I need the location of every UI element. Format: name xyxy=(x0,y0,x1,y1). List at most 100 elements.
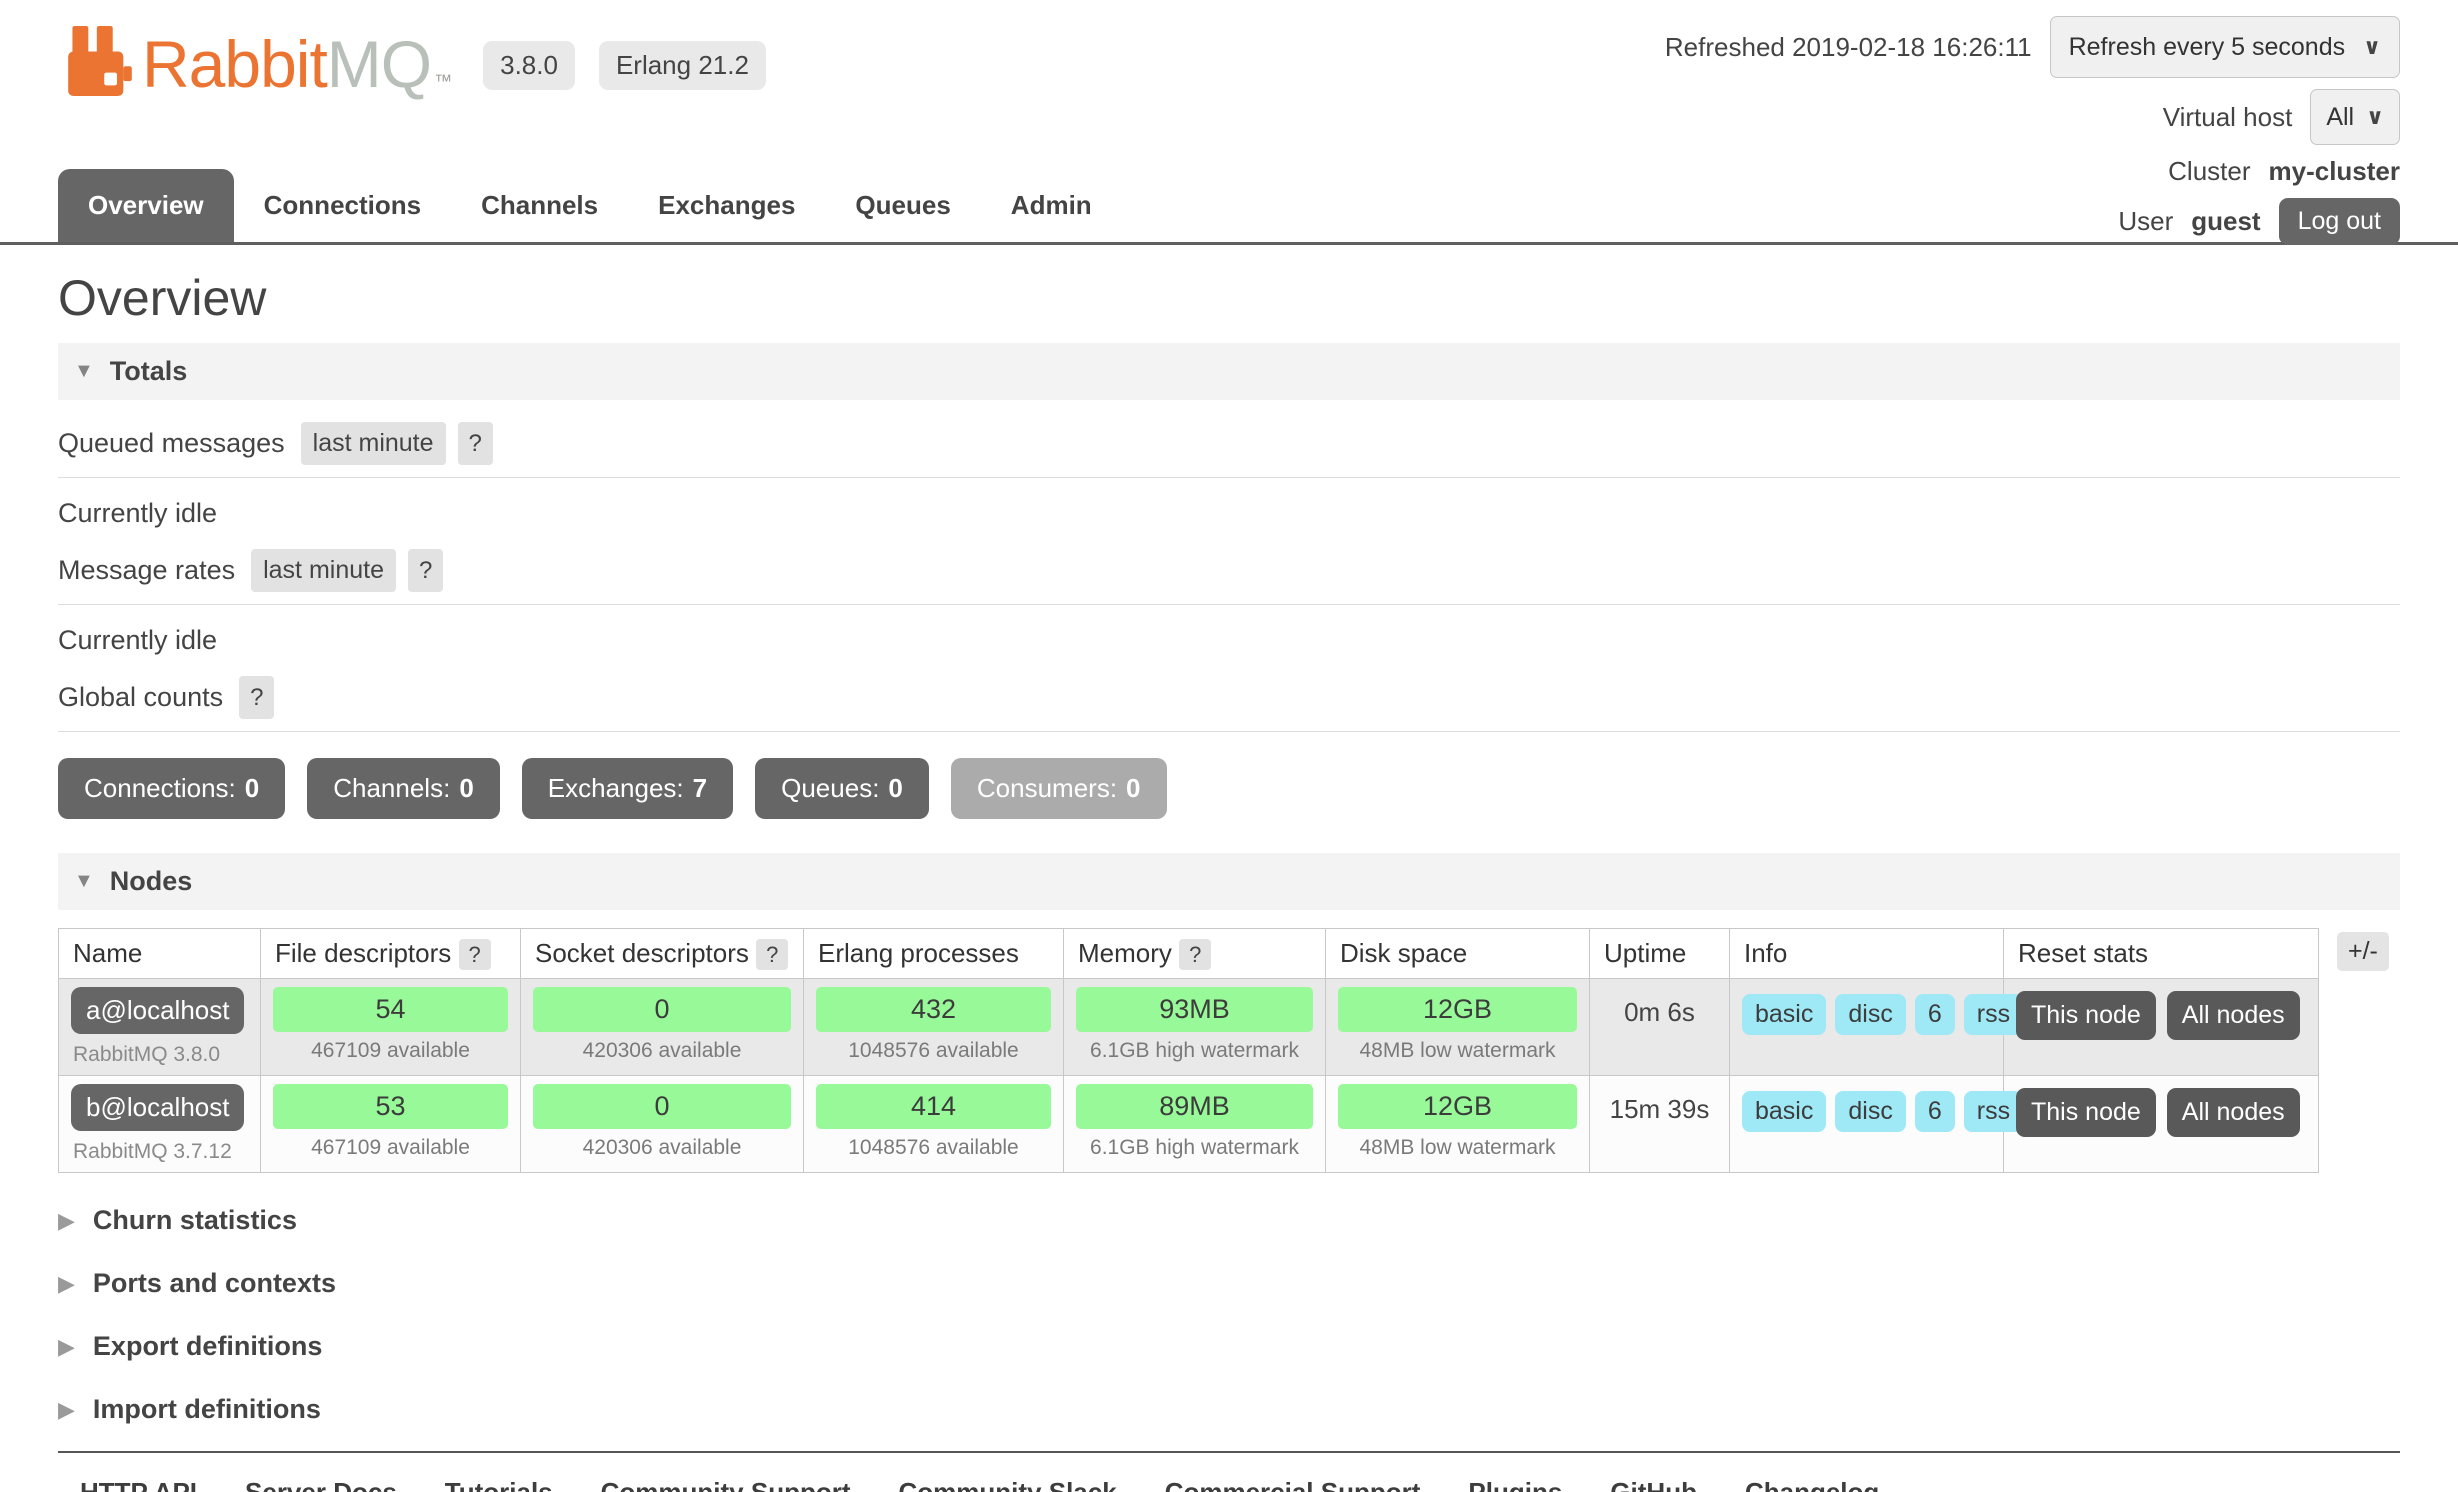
tab-channels[interactable]: Channels xyxy=(451,169,628,242)
node-version: RabbitMQ 3.7.12 xyxy=(71,1140,248,1164)
ports-and-contexts-section[interactable]: ▶ Ports and contexts xyxy=(58,1268,2400,1299)
triangle-right-icon: ▶ xyxy=(58,1268,75,1299)
message-rates-label: Message rates xyxy=(58,553,235,588)
trademark-symbol: ™ xyxy=(434,71,451,91)
virtual-host-select[interactable]: All ∨ xyxy=(2310,89,2400,145)
footer-link-http-api[interactable]: HTTP API xyxy=(80,1477,197,1492)
footer-links: HTTP API Server Docs Tutorials Community… xyxy=(58,1451,2400,1492)
uptime-cell: 15m 39s xyxy=(1590,1076,1730,1173)
col-label: Memory xyxy=(1078,938,1172,968)
help-icon[interactable]: ? xyxy=(1179,939,1211,970)
count-value: 0 xyxy=(888,773,902,803)
reset-stats-cell: This node All nodes xyxy=(2004,979,2319,1076)
col-uptime: Uptime xyxy=(1590,929,1730,979)
node-name-badge[interactable]: a@localhost xyxy=(71,987,244,1034)
footer-link-tutorials[interactable]: Tutorials xyxy=(445,1477,553,1492)
section-label: Import definitions xyxy=(93,1394,321,1425)
table-row: b@localhost RabbitMQ 3.7.12 53 467109 av… xyxy=(59,1076,2319,1173)
meter-detail: 467109 available xyxy=(273,1039,508,1063)
footer-link-changelog[interactable]: Changelog xyxy=(1745,1477,1879,1492)
queues-count-button[interactable]: Queues:0 xyxy=(755,758,929,819)
exchanges-count-button[interactable]: Exchanges:7 xyxy=(522,758,733,819)
info-cell: basic disc 6 rss xyxy=(1730,1076,2004,1173)
tab-admin[interactable]: Admin xyxy=(981,169,1122,242)
section-label: Ports and contexts xyxy=(93,1268,336,1299)
nodes-section-header[interactable]: ▼ Nodes xyxy=(58,853,2400,910)
meter-detail: 420306 available xyxy=(533,1136,791,1160)
meter-detail: 6.1GB high watermark xyxy=(1076,1039,1313,1063)
col-label: Socket descriptors xyxy=(535,938,749,968)
triangle-right-icon: ▶ xyxy=(58,1394,75,1425)
info-tag-cores[interactable]: 6 xyxy=(1915,994,1955,1035)
triangle-right-icon: ▶ xyxy=(58,1205,75,1236)
triangle-down-icon: ▼ xyxy=(74,360,94,383)
reset-all-nodes-button[interactable]: All nodes xyxy=(2167,991,2300,1040)
footer-link-commercial-support[interactable]: Commercial Support xyxy=(1165,1477,1421,1492)
tab-overview[interactable]: Overview xyxy=(58,169,234,242)
cluster-name: my-cluster xyxy=(2269,156,2401,187)
queued-messages-row: Queued messages last minute ? xyxy=(58,422,2400,478)
main-nav-tabs: Overview Connections Channels Exchanges … xyxy=(58,169,1122,242)
triangle-down-icon: ▼ xyxy=(74,870,94,893)
memory-cell: 89MB 6.1GB high watermark xyxy=(1064,1076,1326,1173)
help-icon[interactable]: ? xyxy=(408,549,443,592)
tab-exchanges[interactable]: Exchanges xyxy=(628,169,825,242)
footer-link-plugins[interactable]: Plugins xyxy=(1468,1477,1562,1492)
meter-detail: 467109 available xyxy=(273,1136,508,1160)
nodes-section-title: Nodes xyxy=(110,866,193,897)
refreshed-timestamp: Refreshed 2019-02-18 16:26:11 xyxy=(1665,32,2032,63)
info-tag-basic[interactable]: basic xyxy=(1742,994,1826,1035)
count-value: 0 xyxy=(245,773,259,803)
file-descriptors-cell: 54 467109 available xyxy=(261,979,521,1076)
churn-statistics-section[interactable]: ▶ Churn statistics xyxy=(58,1205,2400,1236)
consumers-count-button[interactable]: Consumers:0 xyxy=(951,758,1167,819)
connections-count-button[interactable]: Connections:0 xyxy=(58,758,285,819)
uptime-cell: 0m 6s xyxy=(1590,979,1730,1076)
footer-link-community-support[interactable]: Community Support xyxy=(601,1477,851,1492)
info-tag-disc[interactable]: disc xyxy=(1835,994,1905,1035)
node-name-badge[interactable]: b@localhost xyxy=(71,1084,244,1131)
info-tag-rss[interactable]: rss xyxy=(1964,994,2023,1035)
count-label: Exchanges: xyxy=(548,773,684,803)
tab-queues[interactable]: Queues xyxy=(825,169,980,242)
info-cell: basic disc 6 rss xyxy=(1730,979,2004,1076)
col-label: Info xyxy=(1744,938,1787,968)
help-icon[interactable]: ? xyxy=(239,676,274,719)
global-count-buttons: Connections:0 Channels:0 Exchanges:7 Que… xyxy=(58,758,2400,819)
erlang-processes-cell: 432 1048576 available xyxy=(804,979,1064,1076)
logout-button[interactable]: Log out xyxy=(2279,198,2400,245)
col-socket-descriptors: Socket descriptors ? xyxy=(521,929,804,979)
top-bar: RabbitMQ™ 3.8.0 Erlang 21.2 Refreshed 20… xyxy=(0,0,2458,245)
tab-connections[interactable]: Connections xyxy=(234,169,451,242)
info-tag-cores[interactable]: 6 xyxy=(1915,1091,1955,1132)
footer-link-community-slack[interactable]: Community Slack xyxy=(899,1477,1117,1492)
info-tag-rss[interactable]: rss xyxy=(1964,1091,2023,1132)
totals-section-header[interactable]: ▼ Totals xyxy=(58,343,2400,400)
channels-count-button[interactable]: Channels:0 xyxy=(307,758,500,819)
refresh-interval-select[interactable]: Refresh every 5 seconds ∨ xyxy=(2050,16,2400,78)
message-rates-row: Message rates last minute ? xyxy=(58,549,2400,605)
user-label: User xyxy=(2118,206,2173,237)
info-tag-basic[interactable]: basic xyxy=(1742,1091,1826,1132)
brand: RabbitMQ™ 3.8.0 Erlang 21.2 xyxy=(68,26,766,96)
meter-value: 54 xyxy=(273,987,508,1032)
help-icon[interactable]: ? xyxy=(459,939,491,970)
meter-detail: 48MB low watermark xyxy=(1338,1039,1577,1063)
reset-all-nodes-button[interactable]: All nodes xyxy=(2167,1088,2300,1137)
queued-messages-period-badge[interactable]: last minute xyxy=(301,422,446,465)
help-icon[interactable]: ? xyxy=(756,939,788,970)
message-rates-period-badge[interactable]: last minute xyxy=(251,549,396,592)
reset-this-node-button[interactable]: This node xyxy=(2016,1088,2156,1137)
import-definitions-section[interactable]: ▶ Import definitions xyxy=(58,1394,2400,1425)
meter-value: 0 xyxy=(533,1084,791,1129)
meter-detail: 1048576 available xyxy=(816,1136,1051,1160)
footer-link-github[interactable]: GitHub xyxy=(1610,1477,1697,1492)
footer-link-server-docs[interactable]: Server Docs xyxy=(245,1477,397,1492)
reset-this-node-button[interactable]: This node xyxy=(2016,991,2156,1040)
info-tag-disc[interactable]: disc xyxy=(1835,1091,1905,1132)
column-toggle-button[interactable]: +/- xyxy=(2337,932,2389,971)
export-definitions-section[interactable]: ▶ Export definitions xyxy=(58,1331,2400,1362)
help-icon[interactable]: ? xyxy=(458,422,493,465)
col-name: Name xyxy=(59,929,261,979)
disk-space-cell: 12GB 48MB low watermark xyxy=(1326,1076,1590,1173)
